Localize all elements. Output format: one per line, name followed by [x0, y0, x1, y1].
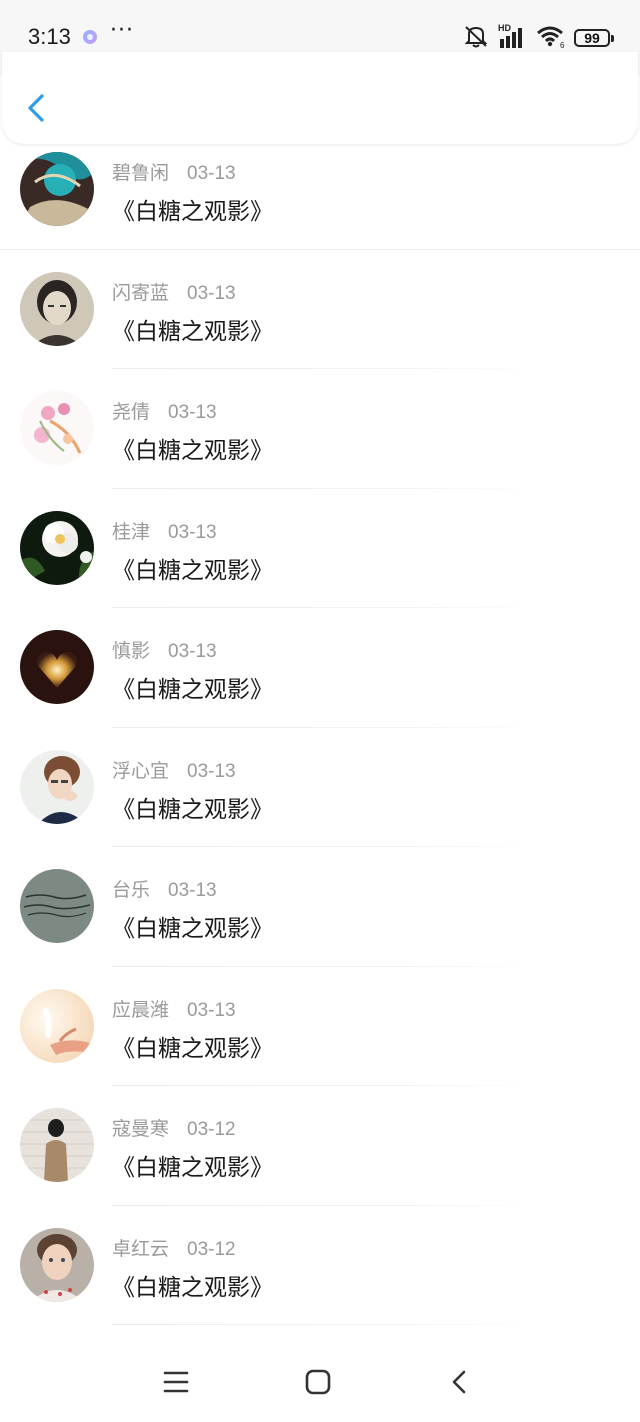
message-meta: 闪寄蓝 03-13: [112, 278, 236, 305]
home-button[interactable]: [300, 1364, 336, 1400]
sender-name: 桂津: [112, 520, 151, 543]
message-item[interactable]: 尧倩 03-13 《白糖之观影》: [0, 369, 640, 489]
sender-name: 尧倩: [112, 401, 151, 423]
avatar: [20, 988, 94, 1063]
message-title: 《白糖之观影》: [112, 1035, 273, 1062]
message-date: 03-13: [187, 282, 236, 304]
message-item[interactable]: 寇曼寒 03-12 《白糖之观影》: [0, 1086, 640, 1206]
avatar: [20, 391, 94, 465]
header-bar: [2, 52, 638, 144]
message-item[interactable]: 台乐 03-13 《白糖之观影》: [0, 847, 640, 967]
avatar: [20, 1227, 94, 1302]
sender-name: 卓红云: [112, 1237, 170, 1260]
status-icons: HD 6 99: [462, 23, 614, 53]
message-title: 《白糖之观影》: [112, 677, 273, 703]
message-date: 03-13: [168, 880, 217, 901]
message-meta: 台乐 03-13: [112, 875, 217, 902]
message-title: 《白糖之观影》: [112, 438, 273, 464]
message-date: 03-13: [168, 521, 217, 543]
sender-name: 浮心宜: [112, 759, 170, 782]
message-date: 03-12: [187, 1119, 236, 1140]
message-title: 《白糖之观影》: [112, 916, 273, 942]
triangle-back-icon: [452, 1370, 466, 1394]
message-item[interactable]: 应晨潍 03-13 《白糖之观影》: [0, 967, 640, 1086]
message-meta: 卓红云 03-12: [112, 1234, 236, 1261]
message-item[interactable]: 浮心宜 03-13 《白糖之观影》: [0, 728, 640, 847]
avatar: [20, 152, 94, 226]
message-item[interactable]: 碧鲁闲 03-13 《白糖之观影》: [0, 130, 640, 250]
avatar: [20, 630, 94, 704]
sender-name: 闪寄蓝: [112, 281, 170, 304]
message-meta: 慎影 03-13: [112, 636, 217, 663]
wifi-icon: 6: [536, 23, 566, 53]
system-back-button[interactable]: [442, 1364, 478, 1400]
message-date: 03-13: [187, 163, 236, 184]
message-meta: 尧倩 03-13: [112, 397, 217, 424]
avatar: [20, 749, 94, 824]
message-title: 《白糖之观影》: [112, 796, 273, 823]
sender-name: 应晨潍: [112, 998, 170, 1021]
status-time: 3:13: [28, 24, 71, 49]
message-item[interactable]: 卓红云 03-12 《白糖之观影》: [0, 1206, 640, 1325]
back-button[interactable]: [20, 88, 54, 128]
sender-name: 碧鲁闲: [112, 162, 170, 184]
message-title: 《白糖之观影》: [112, 1274, 273, 1301]
message-title: 《白糖之观影》: [112, 557, 273, 584]
sender-name: 台乐: [112, 879, 151, 901]
chevron-left-icon: [28, 94, 44, 122]
more-notifications-icon: ···: [110, 18, 134, 43]
message-meta: 桂津 03-13: [112, 517, 217, 544]
message-meta: 寇曼寒 03-12: [112, 1114, 236, 1141]
message-date: 03-13: [187, 760, 236, 782]
sender-name: 慎影: [112, 640, 151, 662]
mute-icon: [462, 23, 490, 53]
assistant-icon: [82, 29, 98, 45]
message-item[interactable]: 闪寄蓝 03-13 《白糖之观影》: [0, 250, 640, 369]
message-meta: 应晨潍 03-13: [112, 995, 236, 1022]
message-date: 03-13: [187, 999, 236, 1021]
message-title: 《白糖之观影》: [112, 199, 273, 225]
message-item[interactable]: 慎影 03-13 《白糖之观影》: [0, 608, 640, 728]
svg-text:6: 6: [560, 41, 565, 49]
message-title: 《白糖之观影》: [112, 1155, 273, 1181]
message-item[interactable]: 桂津 03-13 《白糖之观影》: [0, 489, 640, 608]
message-title: 《白糖之观影》: [112, 318, 273, 345]
message-date: 03-13: [168, 641, 217, 662]
message-date: 03-13: [168, 402, 217, 423]
recent-apps-button[interactable]: [158, 1364, 194, 1400]
avatar: [20, 510, 94, 585]
menu-icon: [163, 1371, 189, 1393]
message-list: 碧鲁闲 03-13 《白糖之观影》 闪寄蓝 03-13 《白糖之观影》 尧倩 0…: [0, 130, 640, 1325]
sender-name: 寇曼寒: [112, 1118, 170, 1140]
avatar: [20, 869, 94, 943]
message-date: 03-12: [187, 1238, 236, 1260]
message-meta: 浮心宜 03-13: [112, 756, 236, 783]
avatar: [20, 271, 94, 346]
cellular-signal-icon: HD: [498, 23, 528, 51]
system-navigation-bar: [0, 1338, 640, 1422]
battery-indicator: 99: [574, 29, 614, 47]
avatar: [20, 1108, 94, 1182]
message-meta: 碧鲁闲 03-13: [112, 158, 236, 185]
divider: [112, 1324, 540, 1325]
square-icon: [305, 1369, 331, 1395]
